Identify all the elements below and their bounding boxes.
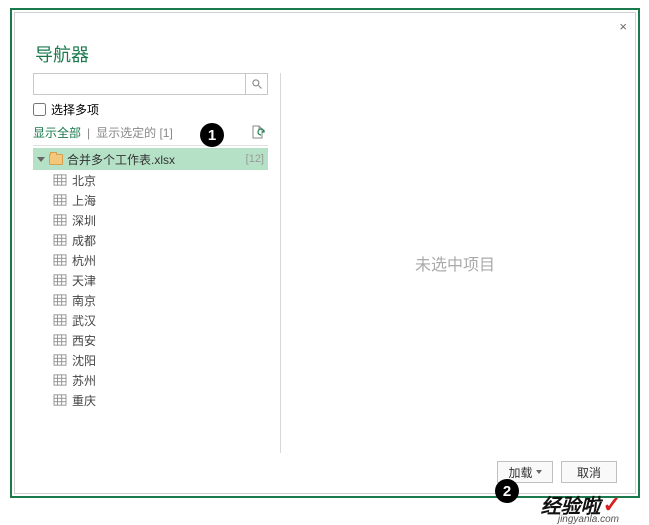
tree-item[interactable]: 北京 bbox=[53, 170, 268, 190]
chevron-down-icon bbox=[536, 470, 542, 474]
table-icon bbox=[53, 334, 67, 346]
table-icon bbox=[53, 354, 67, 366]
table-icon bbox=[53, 274, 67, 286]
close-icon[interactable]: × bbox=[619, 19, 627, 34]
tree-item-label: 南京 bbox=[72, 292, 96, 309]
annotation-badge-2: 2 bbox=[495, 479, 519, 503]
preview-panel: 未选中项目 bbox=[293, 73, 617, 453]
annotation-badge-1: 1 bbox=[200, 123, 224, 147]
dialog-inner: × 导航器 选择多项 显示全部 | bbox=[14, 12, 636, 494]
tree-item[interactable]: 苏州 bbox=[53, 370, 268, 390]
search-row bbox=[33, 73, 268, 95]
tree-area: 合并多个工作表.xlsx [12] 北京上海深圳成都杭州天津南京武汉西安沈阳苏州… bbox=[33, 145, 268, 410]
table-icon bbox=[53, 194, 67, 206]
tree-root-label: 合并多个工作表.xlsx bbox=[67, 151, 242, 168]
tree-item[interactable]: 武汉 bbox=[53, 310, 268, 330]
multiselect-checkbox[interactable] bbox=[33, 103, 46, 116]
tree-item[interactable]: 沈阳 bbox=[53, 350, 268, 370]
filter-separator: | bbox=[87, 126, 90, 140]
tree-item-label: 沈阳 bbox=[72, 352, 96, 369]
dialog-footer: 加载 取消 bbox=[497, 461, 617, 483]
tree-item-label: 杭州 bbox=[72, 252, 96, 269]
folder-icon bbox=[49, 154, 63, 165]
tree-root-item[interactable]: 合并多个工作表.xlsx [12] bbox=[33, 148, 268, 170]
search-input[interactable] bbox=[34, 74, 243, 94]
tree-item-label: 西安 bbox=[72, 332, 96, 349]
table-icon bbox=[53, 234, 67, 246]
tree-item-label: 成都 bbox=[72, 232, 96, 249]
table-icon bbox=[53, 314, 67, 326]
cancel-button-label: 取消 bbox=[577, 464, 601, 481]
search-icon bbox=[251, 78, 263, 90]
tree-item-label: 深圳 bbox=[72, 212, 96, 229]
table-icon bbox=[53, 374, 67, 386]
dialog-title: 导航器 bbox=[35, 41, 89, 67]
tree-item-label: 上海 bbox=[72, 192, 96, 209]
table-icon bbox=[53, 174, 67, 186]
tree-root-count: [12] bbox=[246, 153, 264, 165]
tree-item[interactable]: 深圳 bbox=[53, 210, 268, 230]
multiselect-checkbox-row[interactable]: 选择多项 bbox=[33, 101, 268, 118]
tree-item[interactable]: 成都 bbox=[53, 230, 268, 250]
multiselect-label: 选择多项 bbox=[51, 101, 99, 118]
tree-item-label: 苏州 bbox=[72, 372, 96, 389]
tree-item[interactable]: 西安 bbox=[53, 330, 268, 350]
table-icon bbox=[53, 294, 67, 306]
tree-item-label: 武汉 bbox=[72, 312, 96, 329]
table-icon bbox=[53, 214, 67, 226]
tree-item-label: 重庆 bbox=[72, 392, 96, 409]
tree-item[interactable]: 天津 bbox=[53, 270, 268, 290]
search-box bbox=[33, 73, 268, 95]
cancel-button[interactable]: 取消 bbox=[561, 461, 617, 483]
table-icon bbox=[53, 394, 67, 406]
show-selected-link[interactable]: 显示选定的 [1] bbox=[96, 124, 173, 141]
tree-item[interactable]: 杭州 bbox=[53, 250, 268, 270]
tree-children: 北京上海深圳成都杭州天津南京武汉西安沈阳苏州重庆 bbox=[33, 170, 268, 410]
navigator-dialog: × 导航器 选择多项 显示全部 | bbox=[10, 8, 640, 498]
show-all-link[interactable]: 显示全部 bbox=[33, 124, 81, 141]
load-button-label: 加载 bbox=[508, 464, 532, 481]
panel-divider bbox=[280, 73, 281, 453]
watermark-url: jingyanla.com bbox=[558, 514, 619, 525]
filter-row: 显示全部 | 显示选定的 [1] bbox=[33, 124, 268, 141]
tree-item[interactable]: 上海 bbox=[53, 190, 268, 210]
tree-item[interactable]: 重庆 bbox=[53, 390, 268, 410]
refresh-icon[interactable] bbox=[250, 124, 266, 140]
left-panel: 选择多项 显示全部 | 显示选定的 [1] 合并多个工作表.xlsx [12] bbox=[33, 73, 268, 453]
tree-item[interactable]: 南京 bbox=[53, 290, 268, 310]
search-button[interactable] bbox=[245, 74, 267, 94]
tree-item-label: 天津 bbox=[72, 272, 96, 289]
table-icon bbox=[53, 254, 67, 266]
tree-item-label: 北京 bbox=[72, 172, 96, 189]
content-area: 选择多项 显示全部 | 显示选定的 [1] 合并多个工作表.xlsx [12] bbox=[33, 73, 617, 453]
expand-arrow-icon bbox=[37, 157, 45, 162]
preview-placeholder: 未选中项目 bbox=[415, 251, 495, 275]
